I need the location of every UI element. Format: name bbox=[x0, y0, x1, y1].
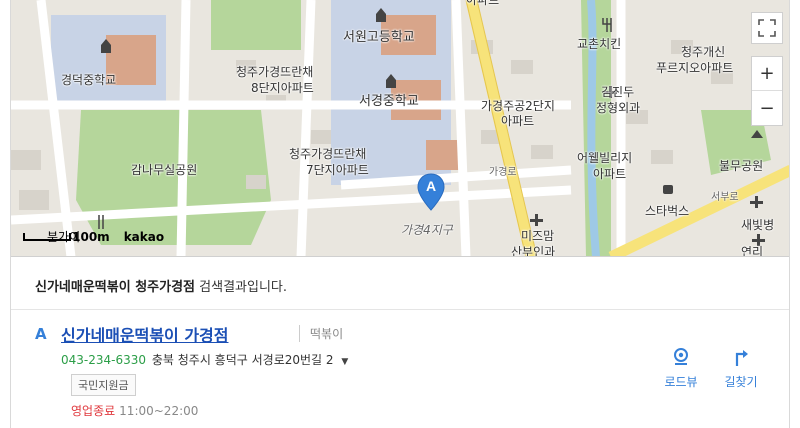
roadview-button[interactable]: 로드뷰 bbox=[651, 347, 711, 390]
map-label: 산부인과 bbox=[511, 245, 556, 257]
status-badge: 영업종료 bbox=[71, 404, 116, 418]
map-label: 김진두 bbox=[601, 85, 635, 99]
place-phone[interactable]: 043-234-6330 bbox=[61, 353, 146, 367]
search-query: 신가네매운떡볶이 청주가경점 bbox=[35, 280, 196, 295]
place-info: 043-234-6330 충북 청주시 흥덕구 서경로20번길 2 ▼ bbox=[61, 351, 348, 368]
map-label: 스타벅스 bbox=[645, 204, 690, 218]
hours-text: 11:00~22:00 bbox=[119, 404, 199, 418]
map-label: 청주가경뜨란채 bbox=[289, 147, 367, 161]
map-label: 아파트 bbox=[501, 114, 535, 128]
place-title-link[interactable]: 신가네매운떡볶이 가경점 bbox=[61, 322, 229, 346]
map-label: 서경중학교 bbox=[359, 94, 419, 109]
result-marker[interactable]: A bbox=[417, 173, 445, 211]
place-category: 떡볶이 bbox=[299, 325, 343, 342]
map-label: 교촌치킨 bbox=[577, 37, 622, 51]
map-label: 연리 bbox=[741, 245, 764, 257]
map-label: 서원고등학교 bbox=[343, 30, 415, 45]
map-scale: 분가이 100m kakao bbox=[23, 228, 164, 245]
place-hours: 영업종료 11:00~22:00 bbox=[71, 402, 198, 419]
map-label: 서부로 bbox=[711, 192, 739, 203]
map-label: 감나무실공원 bbox=[131, 163, 198, 177]
search-summary-suffix: 검색결과입니다. bbox=[195, 280, 288, 295]
map-label: 가경4지구 bbox=[401, 223, 453, 237]
address-dropdown-icon[interactable]: ▼ bbox=[341, 357, 348, 367]
map-label: 청주개신 bbox=[681, 45, 726, 59]
map-label: 7단지아파트 bbox=[306, 163, 369, 177]
map-label: 불무공원 bbox=[719, 159, 764, 173]
place-address: 충북 청주시 흥덕구 서경로20번길 2 bbox=[151, 353, 334, 367]
expand-icon bbox=[758, 19, 776, 37]
map-label: 어웰빌리지 bbox=[577, 151, 633, 165]
result-letter: A bbox=[35, 325, 47, 343]
map-label: 새빛병 bbox=[741, 218, 775, 232]
zoom-in-button[interactable]: + bbox=[752, 57, 782, 91]
map-label: 청주가경뜨란채 bbox=[236, 65, 314, 79]
map-label: 가경주공2단지 bbox=[481, 99, 555, 113]
map-label: 아파트 bbox=[466, 0, 500, 7]
marker-letter: A bbox=[425, 178, 437, 194]
route-label: 길찾기 bbox=[724, 375, 758, 389]
result-item[interactable]: A 신가네매운떡볶이 가경점 떡볶이 043-234-6330 충북 청주시 흥… bbox=[11, 311, 789, 428]
map-label: 푸르지오아파트 bbox=[656, 61, 734, 75]
fullscreen-button[interactable] bbox=[751, 12, 783, 44]
roadview-label: 로드뷰 bbox=[664, 375, 698, 389]
map-label: 미즈맘 bbox=[521, 229, 555, 243]
map-label: 경덕중학교 bbox=[61, 73, 117, 87]
map-label: 아파트 bbox=[593, 167, 627, 181]
roadview-icon bbox=[674, 348, 688, 365]
zoom-control: + − bbox=[751, 56, 783, 126]
map-label: 가경로 bbox=[489, 167, 517, 178]
map-label: 정형외과 bbox=[596, 101, 641, 115]
route-button[interactable]: 길찾기 bbox=[711, 347, 771, 390]
place-tag: 국민지원금 bbox=[71, 374, 136, 396]
map-view[interactable]: 경덕중학교 서원고등학교 서경중학교 청주가경뜨란채 8단지아파트 청주가경뜨란… bbox=[11, 0, 789, 257]
scale-label: 100m bbox=[72, 229, 110, 244]
map-label: 8단지아파트 bbox=[251, 81, 314, 95]
search-result-panel: 경덕중학교 서원고등학교 서경중학교 청주가경뜨란채 8단지아파트 청주가경뜨란… bbox=[10, 0, 790, 428]
search-summary: 신가네매운떡볶이 청주가경점 검색결과입니다. bbox=[11, 258, 789, 310]
directions-icon bbox=[735, 350, 748, 366]
kakao-logo: kakao bbox=[123, 229, 165, 244]
zoom-out-button[interactable]: − bbox=[752, 91, 782, 125]
